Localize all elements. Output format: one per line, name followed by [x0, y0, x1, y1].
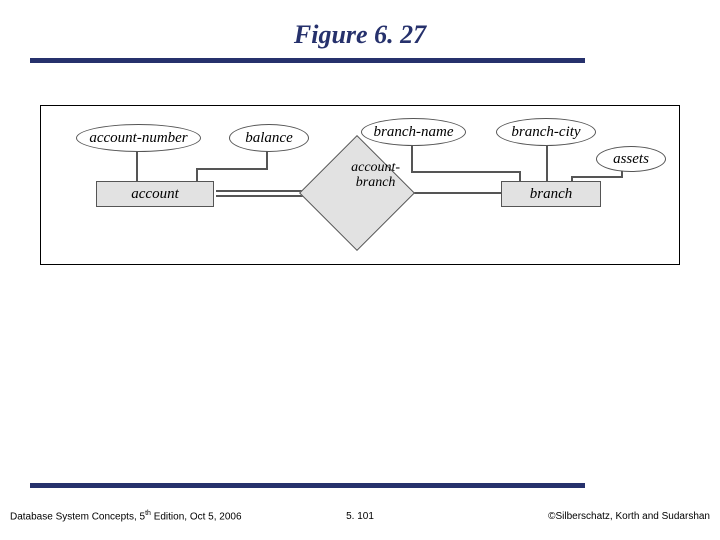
edge	[411, 171, 521, 173]
attr-branch-city: branch-city	[496, 118, 596, 146]
slide-title: Figure 6. 27	[0, 20, 720, 50]
footer-divider	[30, 483, 585, 488]
attr-branch-name: branch-name	[361, 118, 466, 146]
attr-balance: balance	[229, 124, 309, 152]
edge	[196, 168, 268, 170]
attr-assets: assets	[596, 146, 666, 172]
edge	[196, 168, 198, 181]
footer-copyright: ©Silberschatz, Korth and Sudarshan	[548, 511, 710, 522]
slide: Figure 6. 27 account-number balance bran…	[0, 0, 720, 540]
title-underline	[30, 58, 585, 63]
edge	[546, 141, 548, 181]
rel-account-branch-label: account- branch	[335, 161, 417, 190]
edge	[519, 171, 521, 181]
edge	[571, 176, 623, 178]
attr-account-number: account-number	[76, 124, 201, 152]
rel-account-branch: account- branch	[299, 135, 415, 251]
er-diagram: account-number balance branch-name branc…	[40, 105, 680, 265]
entity-branch: branch	[501, 181, 601, 207]
entity-account: account	[96, 181, 214, 207]
